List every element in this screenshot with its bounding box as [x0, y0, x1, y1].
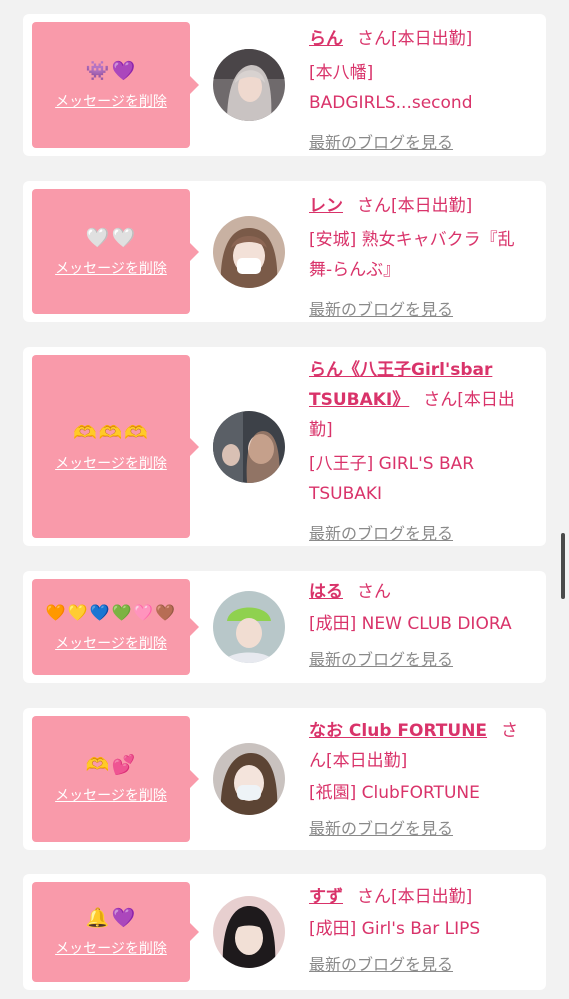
delete-message-button[interactable]: メッセージを削除 — [55, 453, 167, 473]
member-info: はる さん [成田] NEW CLUB DIORA 最新のブログを見る — [309, 577, 535, 675]
message-emoji: 🤍 🤍 — [85, 226, 137, 249]
message-emoji: 🫶 🫶 🫶 — [72, 421, 149, 444]
member-info: レン さん[本日出勤] [安城] 熟女キャバクラ『乱舞-らんぶ』 最新のブログを見… — [309, 191, 535, 325]
avatar[interactable] — [213, 216, 285, 288]
avatar[interactable] — [213, 896, 285, 968]
delete-message-button[interactable]: メッセージを削除 — [55, 938, 167, 958]
shop-name: [成田] Girl's Bar LIPS — [309, 919, 481, 939]
list-item: 👾 💜 メッセージを削除 らん さん[本日出勤] [本八幡] BADGIRLS...… — [23, 14, 546, 156]
latest-blog-link[interactable]: 最新のブログを見る — [309, 814, 453, 844]
list-item: 🫶 🫶 🫶 メッセージを削除 らん《八王子Girl'sbar TSUBAKI》 さん[… — [23, 347, 546, 546]
list-item: 🤍 🤍 メッセージを削除 レン さん[本日出勤] [安城] 熟女キャバクラ『乱舞-ら… — [23, 181, 546, 322]
list-item: 🫶 💕 メッセージを削除 なお Club FORTUNE さん[本日出勤] [祇園]… — [23, 708, 546, 850]
member-name-link[interactable]: なお Club FORTUNE — [309, 721, 487, 741]
status-label: [本日出勤] — [391, 196, 473, 216]
status-label: [本日出勤] — [391, 887, 473, 907]
message-emoji: 🔔 💜 — [85, 907, 137, 929]
member-name-link[interactable]: らん — [309, 29, 343, 49]
avatar[interactable] — [213, 411, 285, 483]
message-bubble: 👾 💜 メッセージを削除 — [32, 22, 199, 148]
message-emoji: 👾 💜 — [85, 60, 137, 82]
honorific: さん — [357, 196, 391, 216]
latest-blog-link[interactable]: 最新のブログを見る — [309, 645, 453, 675]
member-name-link[interactable]: レン — [309, 196, 343, 216]
honorific: さん — [357, 29, 391, 49]
latest-blog-link[interactable]: 最新のブログを見る — [309, 519, 453, 549]
status-label: [本日出勤] — [326, 751, 408, 771]
message-bubble: 🫶 🫶 🫶 メッセージを削除 — [32, 355, 199, 538]
scrollbar[interactable] — [561, 533, 565, 599]
shop-name: [祇園] ClubFORTUNE — [309, 783, 480, 803]
member-name-link[interactable]: はる — [309, 582, 343, 602]
message-emoji: 🧡 💛 💙 💚 🩷 🤎 — [45, 603, 177, 622]
shop-name: [本八幡] BADGIRLS...second — [309, 63, 473, 113]
latest-blog-link[interactable]: 最新のブログを見る — [309, 128, 453, 158]
member-info: なお Club FORTUNE さん[本日出勤] [祇園] ClubFORTUNE… — [309, 716, 535, 844]
member-info: らん《八王子Girl'sbar TSUBAKI》 さん[本日出勤] [八王子] G… — [309, 355, 535, 549]
latest-blog-link[interactable]: 最新のブログを見る — [309, 950, 453, 980]
member-name-link[interactable]: すず — [309, 887, 343, 907]
shop-name: [成田] NEW CLUB DIORA — [309, 614, 512, 634]
list-item: 🔔 💜 メッセージを削除 すず さん[本日出勤] [成田] Girl's Bar L… — [23, 874, 546, 990]
honorific: さん — [357, 887, 391, 907]
latest-blog-link[interactable]: 最新のブログを見る — [309, 295, 453, 325]
honorific: さん — [357, 582, 391, 602]
message-bubble: 🫶 💕 メッセージを削除 — [32, 716, 199, 842]
delete-message-button[interactable]: メッセージを削除 — [55, 91, 167, 111]
message-bubble: 🤍 🤍 メッセージを削除 — [32, 189, 199, 314]
list-item: 🧡 💛 💙 💚 🩷 🤎 メッセージを削除 はる さん [成田] NEW CLUB DIORA… — [23, 571, 546, 683]
member-info: すず さん[本日出勤] [成田] Girl's Bar LIPS 最新のブログを見… — [309, 882, 535, 980]
status-label: [本日出勤] — [391, 29, 473, 49]
honorific: さん — [423, 390, 458, 410]
delete-message-button[interactable]: メッセージを削除 — [55, 633, 167, 653]
shop-name: [安城] 熟女キャバクラ『乱舞-らんぶ』 — [309, 230, 515, 280]
delete-message-button[interactable]: メッセージを削除 — [55, 785, 167, 805]
shop-name: [八王子] GIRL'S BAR TSUBAKI — [309, 454, 475, 504]
delete-message-button[interactable]: メッセージを削除 — [55, 258, 167, 278]
member-info: らん さん[本日出勤] [本八幡] BADGIRLS...second 最新のブロ… — [309, 24, 535, 158]
avatar[interactable] — [213, 743, 285, 815]
message-bubble: 🔔 💜 メッセージを削除 — [32, 882, 199, 982]
avatar[interactable] — [213, 591, 285, 663]
message-list: 👾 💜 メッセージを削除 らん さん[本日出勤] [本八幡] BADGIRLS...… — [0, 0, 569, 999]
message-bubble: 🧡 💛 💙 💚 🩷 🤎 メッセージを削除 — [32, 579, 199, 675]
avatar[interactable] — [213, 49, 285, 121]
message-emoji: 🫶 💕 — [85, 754, 137, 776]
